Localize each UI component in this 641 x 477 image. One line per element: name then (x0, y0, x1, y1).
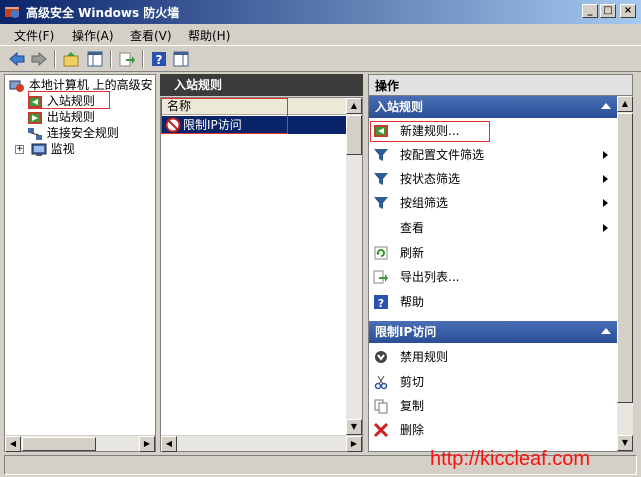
scroll-down-button[interactable]: ▼ (346, 419, 362, 435)
maximize-button[interactable]: □ (600, 4, 616, 18)
refresh-icon (374, 246, 388, 260)
menu-view[interactable]: 查看(V) (130, 27, 172, 44)
up-folder-icon[interactable] (62, 50, 80, 68)
tree-hscrollbar[interactable]: ◀ ▶ (5, 435, 155, 452)
menu-file[interactable]: 文件(F) (14, 27, 54, 44)
actions-vscrollbar[interactable]: ▲ ▼ (617, 96, 633, 451)
export-icon (373, 270, 388, 284)
action-delete[interactable]: 删除 (370, 418, 616, 442)
action-filter-profile[interactable]: 按配置文件筛选 (370, 143, 616, 167)
tree-item-label: 出站规则 (46, 110, 95, 124)
minimize-button[interactable]: _ (582, 4, 598, 18)
tree-pane: 本地计算机 上的高级安 入站规则 出站规则 连接安全规则 + 监视 ◀ ▶ (4, 74, 156, 452)
tree-item-outbound[interactable]: 出站规则 (27, 109, 95, 125)
svg-text:?: ? (156, 53, 163, 67)
window-title: 高级安全 Windows 防火墙 (26, 6, 180, 20)
watermark-text: http://kiccleaf.com (430, 448, 591, 470)
submenu-arrow-icon (603, 175, 608, 183)
cut-icon (374, 375, 388, 390)
tree-item-connection-security[interactable]: 连接安全规则 (27, 125, 119, 141)
actions-section-inbound[interactable]: 入站规则 (369, 96, 617, 118)
submenu-arrow-icon (603, 151, 608, 159)
action-help[interactable]: ? 帮助 (370, 290, 616, 314)
menu-help[interactable]: 帮助(H) (188, 27, 230, 44)
toolbar: ? (0, 46, 641, 72)
delete-icon (373, 422, 389, 438)
filter-icon (374, 149, 388, 161)
show-hide-tree-icon[interactable] (86, 50, 104, 68)
tree-item-monitor[interactable]: + 监视 (15, 141, 75, 157)
svg-text:?: ? (378, 297, 384, 310)
submenu-arrow-icon (603, 199, 608, 207)
section-title: 限制IP访问 (375, 325, 437, 339)
rules-list-pane: 名称 限制IP访问 ▲ ▼ ◀ ▶ (160, 97, 363, 452)
show-action-pane-icon[interactable] (172, 50, 190, 68)
section-title: 入站规则 (375, 100, 424, 114)
highlight-rule-box (161, 98, 288, 134)
actions-pane-header: 操作 (368, 74, 633, 96)
filter-icon (374, 197, 388, 209)
firewall-app-icon (5, 7, 19, 18)
copy-icon (374, 399, 388, 414)
action-export-list[interactable]: 导出列表... (370, 265, 616, 289)
title-bar: 高级安全 Windows 防火墙 _ □ × (0, 0, 641, 24)
monitor-icon (31, 143, 47, 156)
help-toolbar-icon[interactable]: ? (150, 50, 168, 68)
connection-security-icon (28, 127, 42, 140)
action-cut[interactable]: 剪切 (370, 370, 616, 394)
highlight-inbound-box (28, 91, 110, 109)
middle-pane-header: 入站规则 (160, 74, 363, 96)
scroll-left-button[interactable]: ◀ (161, 436, 177, 452)
back-icon[interactable] (8, 50, 26, 68)
disable-icon (375, 351, 387, 363)
scroll-down-button[interactable]: ▼ (617, 435, 633, 451)
action-copy[interactable]: 复制 (370, 394, 616, 418)
scroll-thumb[interactable] (617, 113, 633, 403)
scroll-thumb[interactable] (346, 115, 362, 155)
tree-root-label: 本地计算机 上的高级安 (28, 78, 153, 92)
tree-item-label: 监视 (50, 142, 75, 156)
export-toolbar-icon[interactable] (118, 50, 136, 68)
scroll-thumb[interactable] (22, 437, 96, 451)
scroll-up-button[interactable]: ▲ (346, 98, 362, 114)
tree-item-label: 连接安全规则 (46, 126, 119, 140)
filter-icon (374, 173, 388, 185)
highlight-new-rule-box (370, 121, 490, 142)
menu-bar: 文件(F) 操作(A) 查看(V) 帮助(H) (0, 24, 641, 46)
submenu-arrow-icon (603, 224, 608, 232)
close-button[interactable]: × (620, 4, 636, 18)
outbound-rules-icon (28, 111, 42, 124)
scroll-right-button[interactable]: ▶ (346, 436, 362, 452)
action-view[interactable]: 查看 (370, 216, 616, 240)
scroll-up-button[interactable]: ▲ (617, 96, 633, 112)
help-icon: ? (374, 295, 388, 310)
action-disable-rule[interactable]: 禁用规则 (370, 345, 616, 369)
rules-hscrollbar[interactable]: ◀ ▶ (161, 435, 362, 452)
rules-vscrollbar[interactable]: ▲ ▼ (346, 98, 362, 435)
expand-icon[interactable]: + (15, 145, 24, 154)
actions-section-rule[interactable]: 限制IP访问 (369, 321, 617, 343)
action-filter-state[interactable]: 按状态筛选 (370, 167, 616, 191)
forward-icon[interactable] (30, 50, 48, 68)
computer-firewall-icon (9, 80, 24, 92)
collapse-icon[interactable] (601, 103, 611, 109)
scroll-right-button[interactable]: ▶ (139, 436, 155, 452)
action-refresh[interactable]: 刷新 (370, 241, 616, 265)
collapse-icon[interactable] (601, 328, 611, 334)
menu-action[interactable]: 操作(A) (72, 27, 114, 44)
scroll-left-button[interactable]: ◀ (5, 436, 21, 452)
action-filter-group[interactable]: 按组筛选 (370, 191, 616, 215)
